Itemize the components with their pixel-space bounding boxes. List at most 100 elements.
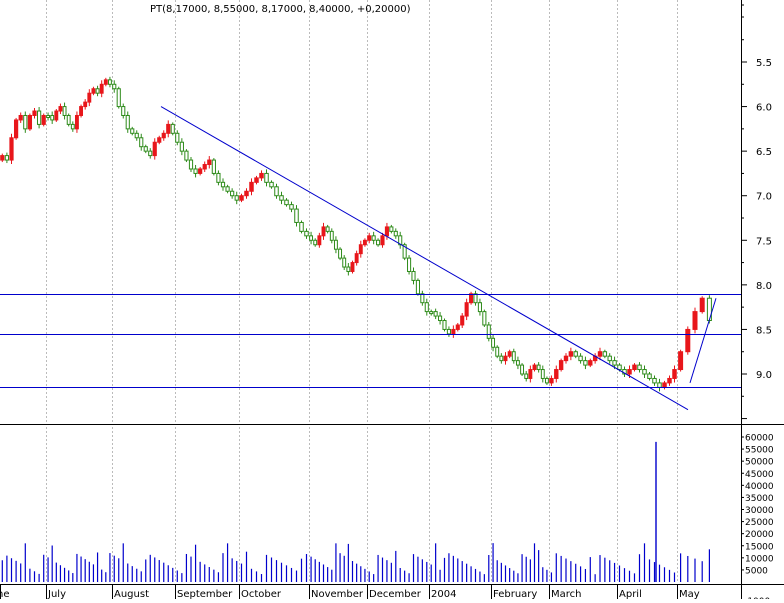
candle-body — [321, 226, 326, 237]
volume-tick-label: 5000 — [745, 566, 768, 576]
x-tick-label: May — [679, 589, 700, 599]
price-tick-label: 7.0 — [756, 192, 772, 203]
candle-body — [642, 369, 647, 375]
volume-tick-label: 30000 — [745, 506, 774, 516]
volume-tick-label: 40000 — [745, 482, 774, 492]
candle-body — [632, 364, 637, 371]
candle-body — [179, 141, 184, 152]
candle-body — [692, 311, 698, 330]
candle-body — [317, 235, 322, 246]
candle-body — [13, 119, 19, 139]
candle-body — [578, 355, 583, 362]
candle-body — [284, 199, 289, 206]
candle-body — [207, 159, 212, 166]
candle-body — [380, 235, 385, 246]
candle-body — [411, 270, 416, 281]
candle-body — [9, 137, 14, 161]
candle-body — [602, 351, 608, 357]
candle-body — [32, 110, 37, 116]
candle-body — [420, 293, 425, 304]
candle-body — [627, 369, 632, 375]
candle-body — [376, 239, 381, 246]
candle-body — [573, 351, 578, 357]
candle-body — [157, 137, 162, 143]
volume-tick-label: 35000 — [745, 494, 774, 504]
candle-body — [503, 355, 508, 362]
x-tick-label: October — [241, 589, 282, 599]
volume-tick-label: 60000 — [745, 434, 774, 444]
candle-body — [121, 106, 126, 116]
candle-body — [107, 79, 112, 85]
candle-body — [249, 181, 254, 192]
candle-body — [499, 355, 504, 362]
volume-tick-label: 45000 — [745, 470, 774, 480]
candle-body — [407, 257, 412, 272]
candle-body — [455, 324, 460, 330]
price-tick-label: 6.0 — [756, 103, 772, 114]
candle-body — [70, 123, 75, 130]
candle-body — [58, 106, 63, 112]
candle-body — [166, 123, 171, 134]
candle-body — [662, 382, 667, 388]
candle-body — [350, 262, 355, 272]
x-tick-label: 2004 — [431, 589, 456, 599]
volume-tick-label: 50000 — [745, 458, 774, 468]
volume-tick-label: 25000 — [745, 518, 774, 528]
candle-body — [220, 181, 226, 188]
candle-body — [558, 360, 564, 371]
volume-tick-label: 10000 — [745, 554, 774, 564]
candle-body — [384, 226, 389, 237]
volume-tick-label: 20000 — [745, 530, 774, 540]
candle-body — [274, 186, 279, 197]
candle-body — [269, 181, 274, 188]
candle-body — [706, 297, 712, 322]
candle-body — [544, 377, 549, 384]
x-tick-label: September — [177, 589, 233, 599]
candle-body — [184, 150, 189, 161]
x-tick-label: July — [47, 589, 66, 599]
chart-svg: 5.5 6.0 6.5 7.0 7.5 8.0 8.5 9.0 60000 55000 50000 4… — [0, 0, 784, 603]
candle-body — [259, 172, 264, 179]
chart: 5.5 6.0 6.5 7.0 7.5 8.0 8.5 9.0 60000 55000 50000 4… — [0, 0, 784, 603]
candle-body — [647, 373, 652, 379]
candle-body — [225, 186, 230, 192]
candle-body — [536, 364, 541, 371]
candle-body — [540, 369, 545, 379]
candle-body — [367, 235, 372, 241]
candle-body — [313, 239, 318, 246]
x-tick-label: February — [493, 589, 537, 599]
candle-body — [152, 141, 157, 157]
candle-body — [83, 101, 88, 108]
candle-body — [588, 360, 593, 366]
candle-body — [477, 302, 482, 313]
candle-body — [507, 351, 512, 357]
volume-tick-label: 55000 — [745, 446, 774, 456]
candle-body — [230, 190, 235, 197]
candle-body — [346, 266, 351, 272]
candle-body — [279, 195, 284, 201]
candle-body — [563, 355, 569, 362]
candle-body — [175, 132, 180, 143]
candle-body — [202, 164, 207, 170]
x-tick-label: March — [551, 589, 581, 599]
candle-body — [362, 239, 367, 246]
candle-body — [23, 114, 28, 130]
candle-body — [325, 226, 330, 232]
candle-body — [699, 297, 705, 313]
candle-body — [612, 360, 617, 366]
candle-body — [617, 364, 622, 371]
candle-body — [4, 155, 10, 161]
price-tick-label: 7.5 — [756, 236, 772, 247]
candle-body — [637, 364, 642, 371]
candle-body — [338, 248, 343, 259]
candle-body — [170, 123, 175, 134]
candle-body — [464, 302, 469, 317]
x-tick-label: December — [369, 589, 422, 599]
candle-body — [125, 114, 130, 130]
candle-body — [473, 293, 478, 304]
candle-body — [18, 114, 23, 121]
candle-body — [304, 230, 309, 237]
candle-body — [95, 88, 100, 94]
candle-body — [358, 244, 363, 255]
candle-body — [66, 114, 71, 125]
